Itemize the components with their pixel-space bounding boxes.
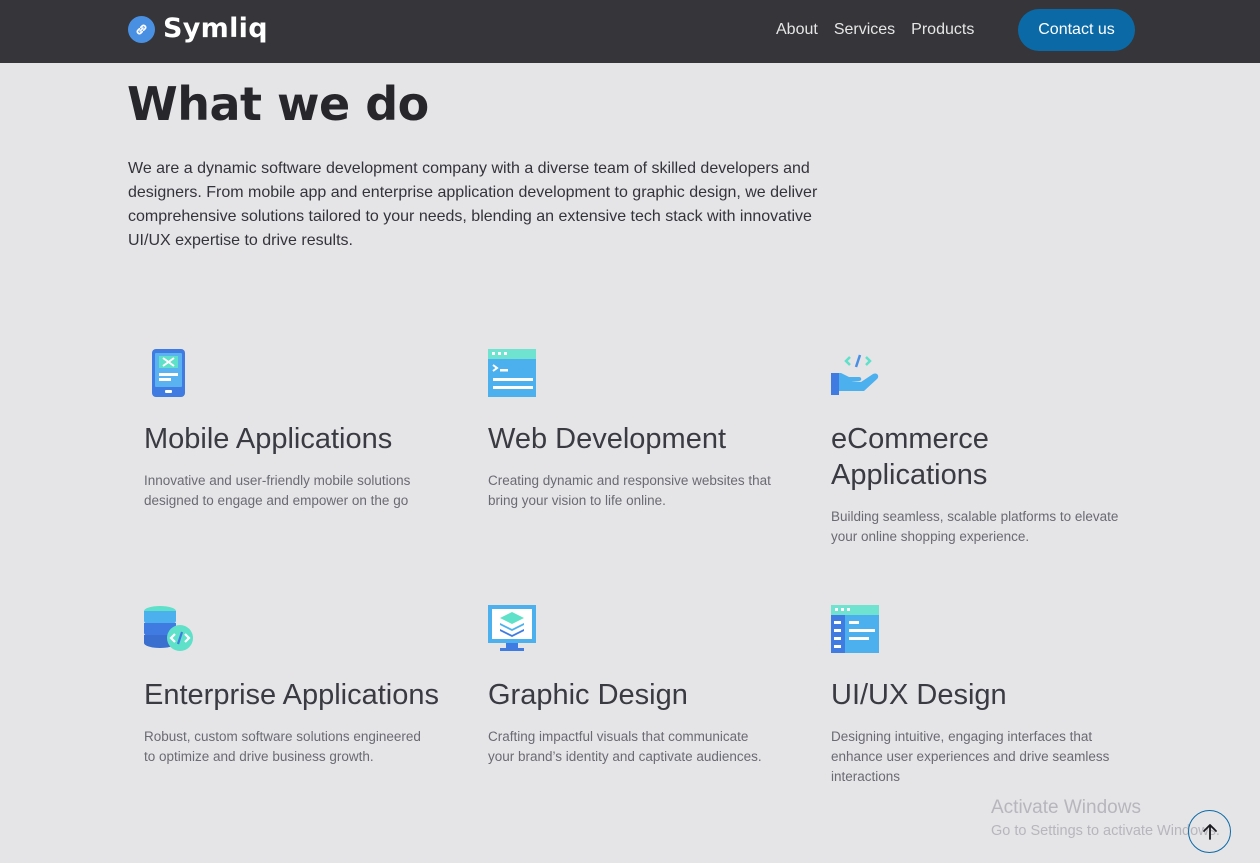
service-description: Creating dynamic and responsive websites… <box>488 473 771 508</box>
watermark-title: Activate Windows <box>991 797 1141 818</box>
service-card-ecommerce: eCommerce Applications Building seamless… <box>831 347 1131 547</box>
service-card-graphic: Graphic Design Crafting impactful visual… <box>488 603 788 767</box>
intro-paragraph: We are a dynamic software development co… <box>128 160 818 249</box>
activate-windows-watermark: Activate Windows Go to Settings to activ… <box>991 796 1220 842</box>
hand-code-icon <box>831 354 879 395</box>
watermark-subtitle: Go to Settings to activate Windows. <box>991 823 1220 839</box>
main-nav: About Services Products <box>776 20 990 40</box>
web-window-icon <box>488 349 536 397</box>
service-description: Crafting impactful visuals that communic… <box>488 729 762 764</box>
service-title: Mobile Applications <box>144 423 393 455</box>
service-title: Graphic Design <box>488 679 688 711</box>
service-title: Enterprise Applications <box>144 679 439 711</box>
service-card-web: Web Development Creating dynamic and res… <box>488 347 788 511</box>
service-card-enterprise: Enterprise Applications Robust, custom s… <box>144 603 444 767</box>
nav-link-products[interactable]: Products <box>911 20 974 40</box>
brand-logo[interactable]: Symliq <box>128 14 268 44</box>
monitor-layers-icon <box>488 605 536 651</box>
service-card-uiux: UI/UX Design Designing intuitive, engagi… <box>831 603 1131 787</box>
service-description: Robust, custom software solutions engine… <box>144 729 421 764</box>
database-code-icon <box>144 606 193 651</box>
page-title: What we do <box>127 77 429 131</box>
service-description: Innovative and user-friendly mobile solu… <box>144 473 411 508</box>
link-icon <box>128 15 155 43</box>
service-description: Designing intuitive, engaging interfaces… <box>831 729 1110 784</box>
service-title: UI/UX Design <box>831 679 1007 711</box>
service-card-mobile: Mobile Applications Innovative and user-… <box>144 347 444 511</box>
contact-us-button[interactable]: Contact us <box>1018 9 1135 51</box>
service-title: Web Development <box>488 423 727 455</box>
service-description: Building seamless, scalable platforms to… <box>831 509 1119 544</box>
ui-layout-icon <box>831 605 879 653</box>
arrow-up-icon <box>1202 823 1217 840</box>
service-title: eCommerce Applications <box>831 423 989 491</box>
scroll-to-top-button[interactable] <box>1188 810 1231 853</box>
brand-name: Symliq <box>163 13 268 44</box>
mobile-app-icon <box>152 349 185 397</box>
nav-link-about[interactable]: About <box>776 20 818 40</box>
nav-link-services[interactable]: Services <box>834 20 895 40</box>
top-navbar: Symliq About Services Products Contact u… <box>0 0 1260 63</box>
